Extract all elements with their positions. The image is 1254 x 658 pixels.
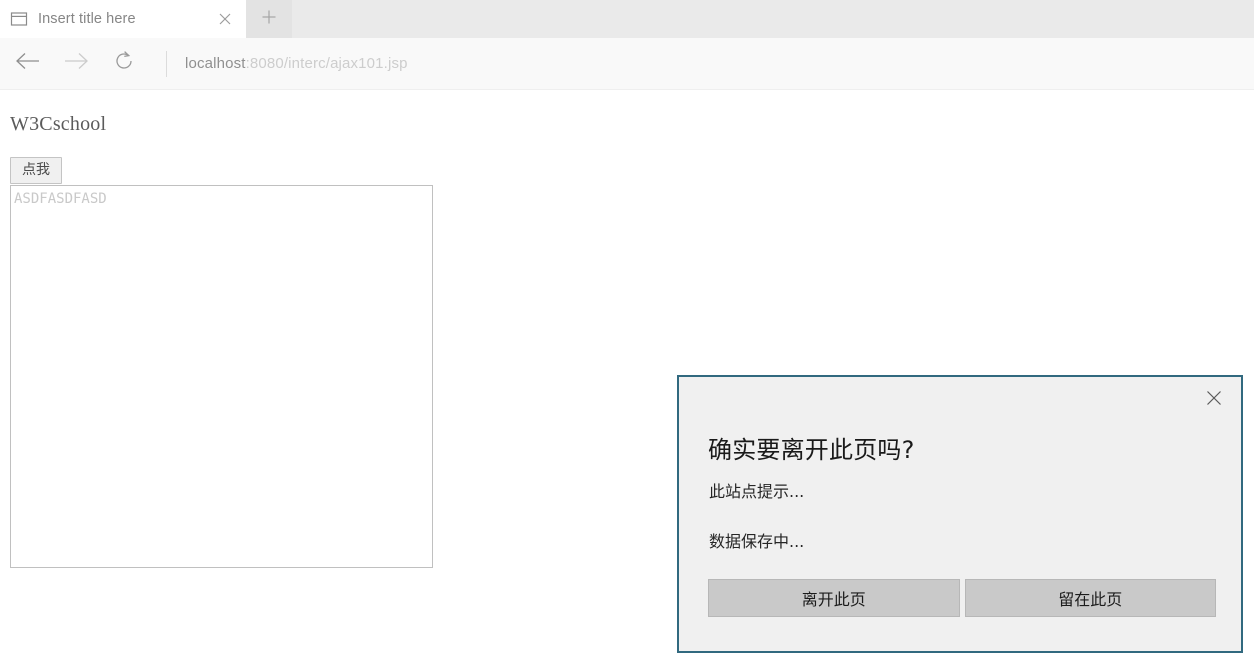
tab-insert-title-here[interactable]: Insert title here bbox=[0, 0, 246, 38]
stay-on-page-button[interactable]: 留在此页 bbox=[964, 579, 1216, 617]
dialog-message-line-2: 数据保存中... bbox=[709, 532, 805, 551]
leave-page-button[interactable]: 离开此页 bbox=[708, 579, 960, 617]
dialog-title: 确实要离开此页吗? bbox=[708, 436, 915, 464]
plus-icon bbox=[261, 9, 277, 30]
leave-page-dialog: 确实要离开此页吗? 此站点提示... 数据保存中... 离开此页 留在此页 bbox=[677, 375, 1243, 653]
new-tab-button[interactable] bbox=[246, 0, 292, 38]
text-area-input[interactable] bbox=[10, 185, 433, 568]
back-arrow-icon bbox=[13, 50, 43, 77]
dialog-button-row: 离开此页 留在此页 bbox=[708, 579, 1216, 617]
dialog-close-button[interactable] bbox=[1197, 385, 1231, 415]
refresh-button[interactable] bbox=[100, 40, 148, 88]
close-icon bbox=[1205, 389, 1223, 412]
url-path: :8080/interc/ajax101.jsp bbox=[245, 55, 408, 72]
page-title: W3Cschool bbox=[10, 113, 107, 135]
dialog-message-line-1: 此站点提示... bbox=[709, 482, 805, 501]
url-host: localhost bbox=[185, 55, 246, 72]
browser-toolbar: localhost:8080/interc/ajax101.jsp bbox=[0, 38, 1254, 90]
back-button[interactable] bbox=[4, 40, 52, 88]
window-icon bbox=[10, 10, 28, 28]
browser-window: Insert title here localhost:8080/interc… bbox=[0, 0, 1254, 658]
forward-button[interactable] bbox=[52, 40, 100, 88]
tab-title: Insert title here bbox=[38, 11, 136, 27]
toolbar-divider bbox=[166, 50, 167, 77]
address-bar[interactable]: localhost:8080/interc/ajax101.jsp bbox=[177, 44, 1254, 84]
close-icon[interactable] bbox=[210, 4, 240, 34]
click-me-button[interactable]: 点我 bbox=[10, 157, 62, 184]
tab-strip: Insert title here bbox=[0, 0, 1254, 38]
forward-arrow-icon bbox=[61, 50, 91, 77]
refresh-icon bbox=[112, 49, 136, 78]
